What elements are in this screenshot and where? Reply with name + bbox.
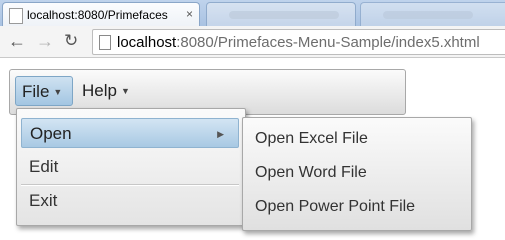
url-host: localhost — [117, 34, 177, 51]
menu-item-edit-label: Edit — [29, 157, 59, 176]
tab-inactive[interactable] — [206, 2, 356, 27]
menu-item-exit-label: Exit — [29, 191, 58, 210]
tab-title: localhost:8080/Primefaces — [27, 8, 168, 22]
url-text: localhost:8080/Primefaces-Menu-Sample/in… — [117, 34, 480, 51]
tab-inactive-2[interactable] — [360, 2, 505, 27]
menu-item-open-excel[interactable]: Open Excel File — [247, 124, 467, 154]
menu-file[interactable]: File ▼ — [15, 76, 73, 106]
back-icon[interactable]: ← — [8, 31, 26, 51]
close-icon[interactable]: × — [186, 7, 193, 21]
menu-item-edit[interactable]: Edit — [21, 152, 239, 182]
menu-help[interactable]: Help ▼ — [76, 76, 138, 106]
menu-file-label: File — [22, 82, 50, 101]
page-icon — [99, 35, 111, 50]
forward-icon[interactable]: → — [36, 31, 54, 51]
menu-item-open-label: Open — [30, 124, 72, 143]
caret-down-icon: ▼ — [120, 86, 130, 96]
menu-item-open-word[interactable]: Open Word File — [247, 158, 467, 188]
caret-down-icon: ▼ — [53, 87, 63, 97]
tab-blurred-title — [229, 11, 339, 19]
tab-blurred-title-2 — [383, 11, 473, 19]
favicon-icon — [9, 8, 23, 24]
reload-icon[interactable]: ↻ — [64, 31, 78, 51]
file-dropdown: Open ▶ Edit Exit — [16, 108, 246, 226]
tab-strip: localhost:8080/Primefaces × — [0, 0, 505, 27]
url-path: :8080/Primefaces-Menu-Sample/index5.xhtm… — [176, 34, 480, 51]
caret-right-icon: ▶ — [217, 129, 224, 139]
tab-active[interactable]: localhost:8080/Primefaces × — [2, 2, 200, 27]
browser-toolbar: ← → ↻ localhost:8080/Primefaces-Menu-Sam… — [0, 26, 505, 58]
menu-item-open[interactable]: Open ▶ — [21, 118, 239, 148]
open-submenu: Open Excel File Open Word File Open Powe… — [242, 117, 472, 231]
menu-item-exit[interactable]: Exit — [21, 186, 239, 216]
menu-help-label: Help — [82, 81, 117, 100]
address-bar[interactable]: localhost:8080/Primefaces-Menu-Sample/in… — [92, 29, 505, 55]
menu-item-open-powerpoint[interactable]: Open Power Point File — [247, 192, 467, 222]
